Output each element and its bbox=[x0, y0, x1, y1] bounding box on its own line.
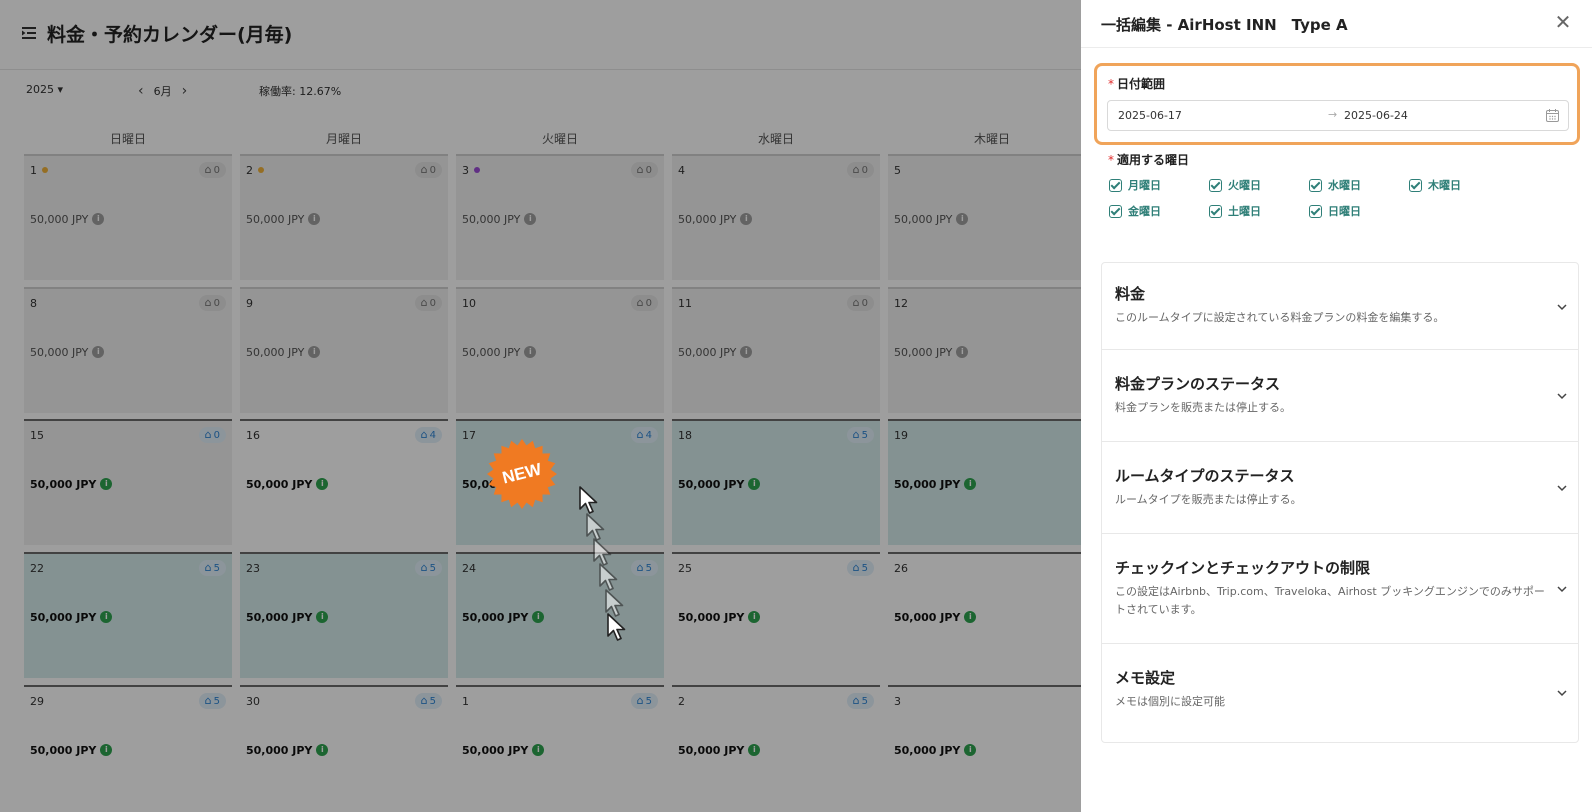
accordion-title: メモ設定 bbox=[1115, 669, 1176, 687]
checkbox-checked-icon[interactable] bbox=[1209, 204, 1222, 218]
weekday-checkbox-label: 金曜日 bbox=[1128, 205, 1161, 218]
checkbox-checked-icon[interactable] bbox=[1109, 204, 1122, 218]
new-badge: NEW bbox=[487, 439, 557, 509]
date-separator-arrow: → bbox=[1328, 108, 1338, 121]
weekdays-label-text: 適用する曜日 bbox=[1117, 153, 1190, 167]
chevron-down-icon[interactable] bbox=[1556, 390, 1568, 402]
weekday-checkbox-label: 火曜日 bbox=[1228, 179, 1261, 192]
weekday-checkbox-3[interactable]: 木曜日 bbox=[1409, 177, 1461, 193]
accordion-section-4[interactable]: メモ設定メモは個別に設定可能 bbox=[1102, 644, 1578, 742]
drawer-divider bbox=[1081, 47, 1592, 48]
accordion-description: メモは個別に設定可能 bbox=[1115, 695, 1225, 708]
accordion-section-0[interactable]: 料金このルームタイプに設定されている料金プランの料金を編集する。 bbox=[1102, 263, 1578, 350]
accordion-description: 料金プランを販売または停止する。 bbox=[1115, 401, 1291, 414]
accordion-title: 料金 bbox=[1115, 285, 1146, 303]
bulk-edit-drawer: 一括編集 - AirHost INN Type A ✕ * 日付範囲 2025-0… bbox=[1081, 0, 1592, 812]
settings-accordion: 料金このルームタイプに設定されている料金プランの料金を編集する。料金プランのステ… bbox=[1101, 262, 1579, 743]
accordion-section-3[interactable]: チェックインとチェックアウトの制限この設定はAirbnb、Trip.com、Tr… bbox=[1102, 534, 1578, 644]
weekday-checkbox-0[interactable]: 月曜日 bbox=[1109, 177, 1161, 193]
accordion-description: この設定はAirbnb、Trip.com、Traveloka、Airhost ブ… bbox=[1115, 585, 1545, 616]
date-range-label: * 日付範囲 bbox=[1108, 75, 1165, 92]
weekday-checkbox-label: 土曜日 bbox=[1228, 205, 1261, 218]
chevron-down-icon[interactable] bbox=[1556, 583, 1568, 595]
accordion-title: ルームタイプのステータス bbox=[1115, 467, 1295, 485]
close-icon[interactable]: ✕ bbox=[1551, 10, 1575, 34]
accordion-description: このルームタイプに設定されている料金プランの料金を編集する。 bbox=[1115, 311, 1445, 324]
date-range-picker[interactable]: 2025-06-17 → 2025-06-24 bbox=[1107, 100, 1569, 131]
drawer-title: 一括編集 - AirHost INN Type A bbox=[1101, 16, 1348, 34]
date-end-input[interactable]: 2025-06-24 bbox=[1344, 109, 1408, 122]
checkbox-checked-icon[interactable] bbox=[1409, 178, 1422, 192]
checkbox-checked-icon[interactable] bbox=[1309, 204, 1322, 218]
weekday-checkbox-label: 水曜日 bbox=[1328, 179, 1361, 192]
checkbox-checked-icon[interactable] bbox=[1209, 178, 1222, 192]
weekday-checkbox-4[interactable]: 金曜日 bbox=[1109, 203, 1161, 219]
checkbox-checked-icon[interactable] bbox=[1309, 178, 1322, 192]
accordion-section-2[interactable]: ルームタイプのステータスルームタイプを販売または停止する。 bbox=[1102, 442, 1578, 534]
weekday-checkbox-1[interactable]: 火曜日 bbox=[1209, 177, 1261, 193]
weekday-checkbox-2[interactable]: 水曜日 bbox=[1309, 177, 1361, 193]
weekday-checkbox-5[interactable]: 土曜日 bbox=[1209, 203, 1261, 219]
chevron-down-icon[interactable] bbox=[1556, 687, 1568, 699]
weekdays-label: * 適用する曜日 bbox=[1108, 151, 1189, 168]
mouse-pointer-icon bbox=[607, 613, 626, 641]
accordion-section-1[interactable]: 料金プランのステータス料金プランを販売または停止する。 bbox=[1102, 350, 1578, 442]
required-mark: * bbox=[1108, 77, 1114, 91]
checkbox-checked-icon[interactable] bbox=[1109, 178, 1122, 192]
weekday-checkbox-6[interactable]: 日曜日 bbox=[1309, 203, 1361, 219]
chevron-down-icon[interactable] bbox=[1556, 482, 1568, 494]
accordion-description: ルームタイプを販売または停止する。 bbox=[1115, 493, 1302, 506]
date-start-input[interactable]: 2025-06-17 bbox=[1118, 109, 1182, 122]
weekday-checkbox-label: 木曜日 bbox=[1428, 179, 1461, 192]
weekday-checkbox-label: 月曜日 bbox=[1128, 179, 1161, 192]
date-range-label-text: 日付範囲 bbox=[1117, 77, 1166, 91]
accordion-title: 料金プランのステータス bbox=[1115, 375, 1281, 393]
weekday-checkbox-label: 日曜日 bbox=[1328, 205, 1361, 218]
chevron-down-icon[interactable] bbox=[1556, 301, 1568, 313]
required-mark: * bbox=[1108, 153, 1114, 167]
calendar-icon[interactable] bbox=[1546, 109, 1559, 122]
accordion-title: チェックインとチェックアウトの制限 bbox=[1115, 559, 1371, 577]
